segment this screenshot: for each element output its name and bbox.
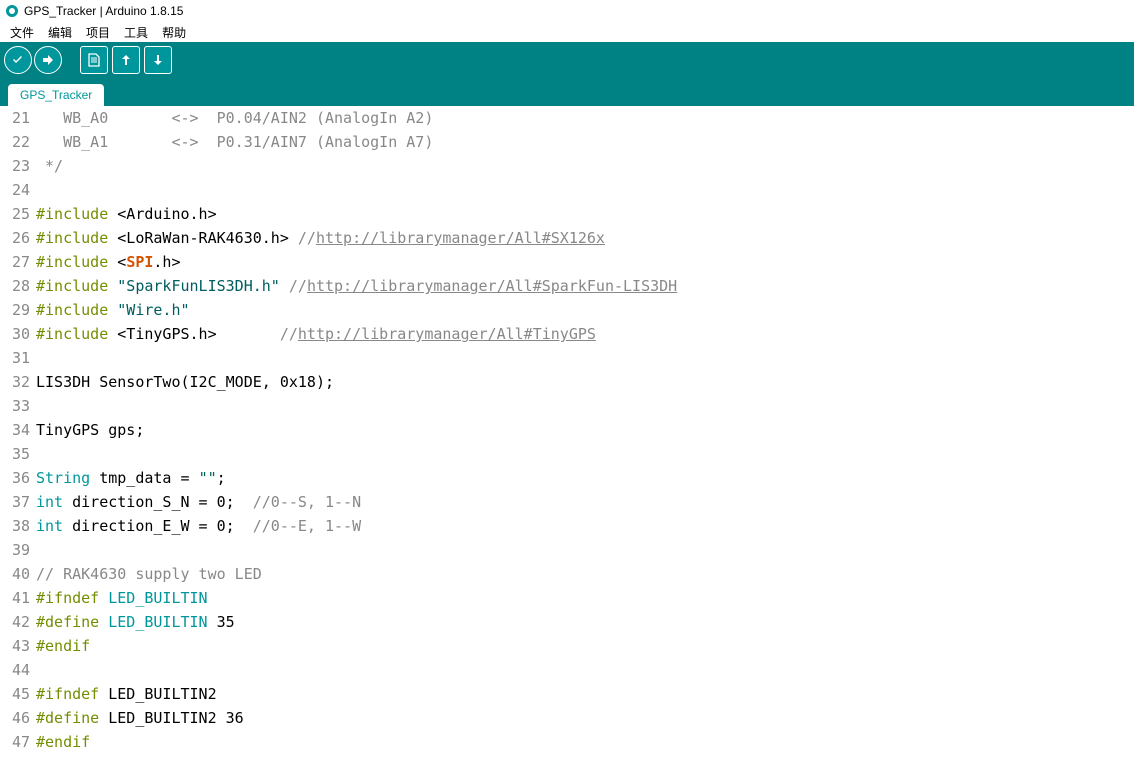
code-line[interactable]: 43#endif [0,634,1134,658]
code-line[interactable]: 23 */ [0,154,1134,178]
code-line[interactable]: 31 [0,346,1134,370]
code-content[interactable]: #ifndef LED_BUILTIN2 [36,682,1134,706]
line-number: 27 [0,250,36,274]
code-line[interactable]: 41#ifndef LED_BUILTIN [0,586,1134,610]
code-content[interactable]: #include "Wire.h" [36,298,1134,322]
code-line[interactable]: 34TinyGPS gps; [0,418,1134,442]
code-line[interactable]: 44 [0,658,1134,682]
line-number: 40 [0,562,36,586]
code-content[interactable]: TinyGPS gps; [36,418,1134,442]
menu-sketch[interactable]: 项目 [80,24,116,40]
verify-button[interactable] [4,46,32,74]
code-content[interactable]: #define LED_BUILTIN 35 [36,610,1134,634]
line-number: 31 [0,346,36,370]
arduino-app-icon [6,5,18,17]
code-line[interactable]: 40// RAK4630 supply two LED [0,562,1134,586]
code-content[interactable]: #include <TinyGPS.h> //http://libraryman… [36,322,1134,346]
tab-gps-tracker[interactable]: GPS_Tracker [8,84,104,106]
code-content[interactable]: WB_A0 <-> P0.04/AIN2 (AnalogIn A2) [36,106,1134,130]
line-number: 34 [0,418,36,442]
code-content[interactable]: String tmp_data = ""; [36,466,1134,490]
code-line[interactable]: 35 [0,442,1134,466]
code-content[interactable]: int direction_E_W = 0; //0--E, 1--W [36,514,1134,538]
tab-strip: GPS_Tracker [0,78,1134,106]
line-number: 39 [0,538,36,562]
line-number: 44 [0,658,36,682]
line-number: 37 [0,490,36,514]
line-number: 47 [0,730,36,754]
code-content[interactable]: #include <Arduino.h> [36,202,1134,226]
code-line[interactable]: 39 [0,538,1134,562]
code-line[interactable]: 28#include "SparkFunLIS3DH.h" //http://l… [0,274,1134,298]
toolbar [0,42,1134,78]
line-number: 46 [0,706,36,730]
code-line[interactable]: 36String tmp_data = ""; [0,466,1134,490]
code-line[interactable]: 42#define LED_BUILTIN 35 [0,610,1134,634]
code-line[interactable]: 30#include <TinyGPS.h> //http://librarym… [0,322,1134,346]
code-line[interactable]: 26#include <LoRaWan-RAK4630.h> //http://… [0,226,1134,250]
line-number: 22 [0,130,36,154]
save-sketch-button[interactable] [144,46,172,74]
code-content[interactable]: #include <LoRaWan-RAK4630.h> //http://li… [36,226,1134,250]
code-content[interactable] [36,658,1134,682]
line-number: 36 [0,466,36,490]
code-content[interactable]: */ [36,154,1134,178]
code-line[interactable]: 33 [0,394,1134,418]
code-content[interactable]: #endif [36,634,1134,658]
code-line[interactable]: 37int direction_S_N = 0; //0--S, 1--N [0,490,1134,514]
menu-help[interactable]: 帮助 [156,24,192,40]
line-number: 24 [0,178,36,202]
line-number: 45 [0,682,36,706]
code-content[interactable]: int direction_S_N = 0; //0--S, 1--N [36,490,1134,514]
code-content[interactable]: LIS3DH SensorTwo(I2C_MODE, 0x18); [36,370,1134,394]
title-bar: GPS_Tracker | Arduino 1.8.15 [0,0,1134,22]
line-number: 29 [0,298,36,322]
code-content[interactable]: #include "SparkFunLIS3DH.h" //http://lib… [36,274,1134,298]
code-line[interactable]: 32LIS3DH SensorTwo(I2C_MODE, 0x18); [0,370,1134,394]
code-line[interactable]: 46#define LED_BUILTIN2 36 [0,706,1134,730]
window-title: GPS_Tracker | Arduino 1.8.15 [24,4,183,18]
line-number: 32 [0,370,36,394]
code-content[interactable]: #include <SPI.h> [36,250,1134,274]
line-number: 42 [0,610,36,634]
line-number: 41 [0,586,36,610]
upload-button[interactable] [34,46,62,74]
menu-file[interactable]: 文件 [4,24,40,40]
code-line[interactable]: 38int direction_E_W = 0; //0--E, 1--W [0,514,1134,538]
menu-tools[interactable]: 工具 [118,24,154,40]
code-editor[interactable]: 21 WB_A0 <-> P0.04/AIN2 (AnalogIn A2)22 … [0,106,1134,754]
code-line[interactable]: 21 WB_A0 <-> P0.04/AIN2 (AnalogIn A2) [0,106,1134,130]
code-line[interactable]: 27#include <SPI.h> [0,250,1134,274]
code-content[interactable] [36,346,1134,370]
code-content[interactable]: #define LED_BUILTIN2 36 [36,706,1134,730]
code-content[interactable] [36,442,1134,466]
code-line[interactable]: 47#endif [0,730,1134,754]
code-line[interactable]: 45#ifndef LED_BUILTIN2 [0,682,1134,706]
code-content[interactable]: #ifndef LED_BUILTIN [36,586,1134,610]
code-line[interactable]: 24 [0,178,1134,202]
menu-bar: 文件 编辑 项目 工具 帮助 [0,22,1134,42]
line-number: 25 [0,202,36,226]
code-line[interactable]: 22 WB_A1 <-> P0.31/AIN7 (AnalogIn A7) [0,130,1134,154]
line-number: 28 [0,274,36,298]
open-sketch-button[interactable] [112,46,140,74]
code-content[interactable]: WB_A1 <-> P0.31/AIN7 (AnalogIn A7) [36,130,1134,154]
new-sketch-button[interactable] [80,46,108,74]
code-content[interactable] [36,178,1134,202]
line-number: 33 [0,394,36,418]
code-line[interactable]: 25#include <Arduino.h> [0,202,1134,226]
line-number: 26 [0,226,36,250]
line-number: 43 [0,634,36,658]
code-line[interactable]: 29#include "Wire.h" [0,298,1134,322]
line-number: 30 [0,322,36,346]
line-number: 35 [0,442,36,466]
code-content[interactable]: #endif [36,730,1134,754]
code-content[interactable] [36,394,1134,418]
line-number: 23 [0,154,36,178]
line-number: 21 [0,106,36,130]
line-number: 38 [0,514,36,538]
menu-edit[interactable]: 编辑 [42,24,78,40]
code-content[interactable] [36,538,1134,562]
code-content[interactable]: // RAK4630 supply two LED [36,562,1134,586]
